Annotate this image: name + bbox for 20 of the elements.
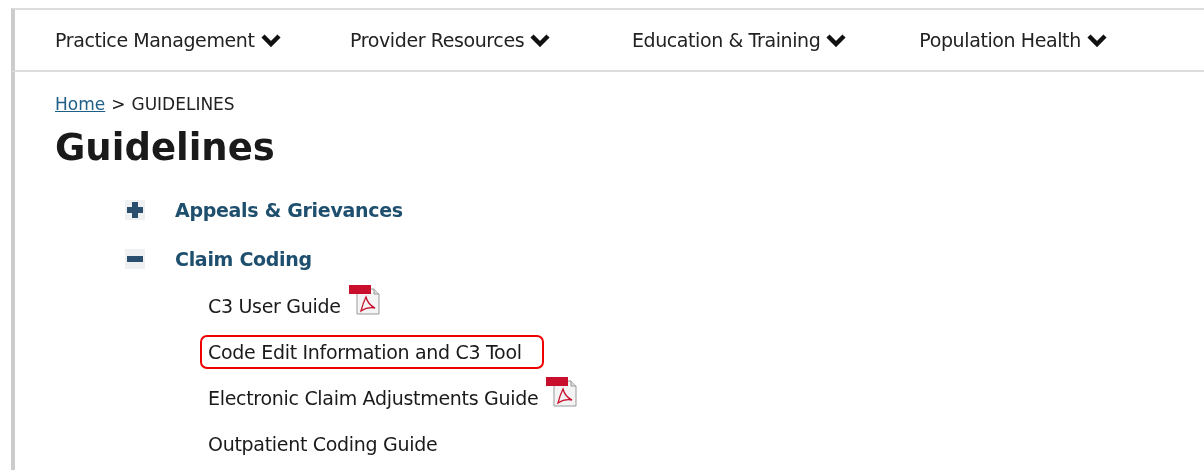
document-link[interactable]: Outpatient Coding Guide bbox=[200, 427, 446, 461]
document-link[interactable]: C3 User Guide bbox=[200, 289, 349, 323]
breadcrumb-link[interactable]: Home bbox=[55, 94, 106, 114]
breadcrumb-current: GUIDELINES bbox=[131, 94, 235, 114]
document-link[interactable]: Electronic Claim Adjustments Guide bbox=[200, 381, 547, 415]
minus-icon[interactable] bbox=[125, 248, 145, 269]
page-heading: Guidelines bbox=[55, 126, 276, 169]
chevron-down-icon bbox=[826, 33, 847, 47]
plus-icon[interactable] bbox=[125, 199, 145, 220]
nav-menu-item[interactable]: Education & Training bbox=[631, 29, 920, 51]
section-link[interactable]: Appeals & Grievances bbox=[175, 198, 403, 221]
nav-menu-item[interactable]: Population Health bbox=[919, 29, 1204, 51]
nav-menu-item[interactable]: Provider Resources bbox=[350, 29, 632, 51]
breadcrumb-separator: > bbox=[111, 94, 126, 114]
chevron-down-icon bbox=[260, 33, 281, 47]
chevron-down-icon bbox=[1086, 33, 1107, 47]
document-link[interactable]: Code Edit Information and C3 Tool bbox=[200, 335, 544, 369]
nav-menu-item[interactable]: Practice Management bbox=[55, 29, 351, 51]
chevron-down-icon bbox=[530, 33, 551, 47]
section-link[interactable]: Claim Coding bbox=[175, 247, 312, 270]
